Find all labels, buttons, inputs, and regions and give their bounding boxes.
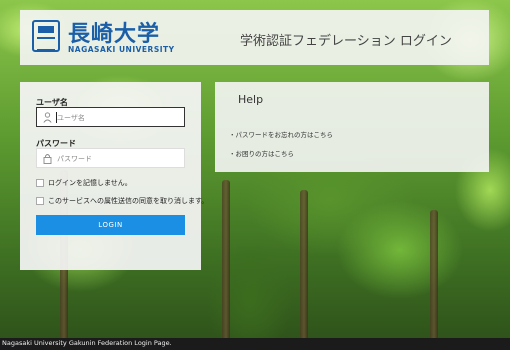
- help-panel: Help ・パスワードをお忘れの方はこちら ・お困りの方はこちら: [215, 82, 489, 172]
- support-link[interactable]: ・お困りの方はこちら: [229, 148, 294, 158]
- forgot-password-link-text[interactable]: パスワードをお忘れの方はこちら: [236, 131, 334, 139]
- login-panel: ユーザ名 ユーザ名 パスワード パスワード ログインを記憶しません。 このサービ…: [20, 82, 208, 270]
- user-icon: [43, 112, 52, 123]
- forgot-password-link[interactable]: ・パスワードをお忘れの方はこちら: [229, 129, 333, 139]
- revoke-consent-checkbox[interactable]: [36, 197, 44, 205]
- page-title: 学術認証フェデレーション ログイン: [240, 34, 452, 49]
- login-button[interactable]: LOGIN: [36, 215, 185, 235]
- support-link-text[interactable]: お困りの方はこちら: [236, 150, 295, 158]
- password-input[interactable]: パスワード: [36, 148, 185, 168]
- revoke-consent-checkbox-label[interactable]: このサービスへの属性送信の同意を取り消します。: [48, 196, 208, 206]
- remember-checkbox[interactable]: [36, 179, 44, 187]
- university-logo[interactable]: 長崎大学 NAGASAKI UNIVERSITY: [32, 18, 174, 58]
- logo-japanese-name: 長崎大学: [68, 22, 161, 47]
- university-emblem-icon: [32, 20, 60, 52]
- header-bar: 長崎大学 NAGASAKI UNIVERSITY 学術認証フェデレーション ログ…: [20, 10, 489, 65]
- username-input[interactable]: ユーザ名: [36, 107, 185, 127]
- footer-text: Nagasaki University Gakunin Federation L…: [2, 339, 172, 347]
- footer-bar: Nagasaki University Gakunin Federation L…: [0, 338, 510, 350]
- tree-trunk: [430, 210, 438, 340]
- help-title: Help: [238, 93, 264, 106]
- password-placeholder: パスワード: [57, 155, 92, 163]
- tree-trunk: [222, 180, 230, 340]
- username-placeholder: ユーザ名: [57, 114, 85, 122]
- lock-icon: [43, 154, 52, 164]
- logo-english-name: NAGASAKI UNIVERSITY: [68, 45, 175, 54]
- remember-checkbox-label[interactable]: ログインを記憶しません。: [48, 178, 132, 188]
- tree-trunk: [300, 190, 308, 340]
